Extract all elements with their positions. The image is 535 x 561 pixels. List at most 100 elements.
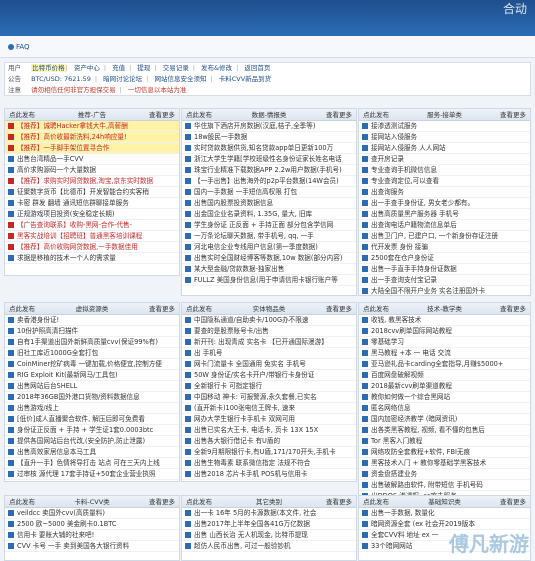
listing-item[interactable]: 要查的是股票账号卡/出售	[182, 326, 356, 337]
listing-item[interactable]: 亚马逊礼品卡carding全套指导,月赚$5000+	[359, 359, 530, 370]
listing-item[interactable]: 出售一手数据, 数量化	[359, 508, 530, 519]
listing-item[interactable]: 2018年36GB国外港口货物/资料数据信息	[5, 392, 179, 403]
listing-item[interactable]: 出查询服务	[359, 187, 530, 198]
listing-item[interactable]: RIG Exploit Kit(最新网马/工具包)	[5, 370, 179, 381]
listing-item[interactable]: 2500套在仓户身份证	[359, 253, 530, 264]
listing-item[interactable]: 珠宝行业精准下载数据APP 2.2w用户数据(手机号)	[182, 165, 356, 176]
listing-item[interactable]: 网络攻防全套教程+软件, FBI无痕	[359, 447, 530, 458]
listing-item[interactable]: 接渗透测试服务	[359, 121, 530, 132]
listing-item[interactable]: 自有1手渠道出国外新鲜高质量cvv(保证99%有)	[5, 337, 179, 348]
withdraw-link[interactable]: 提现	[137, 64, 150, 72]
trade-records-link[interactable]: 交易记录	[163, 64, 189, 72]
listing-item[interactable]: 【推荐】高价收购网贷数据,一手数据佳用	[5, 242, 179, 253]
listing-item[interactable]: 浙江大学生学籍[学校班级性名身份证家长姓名电话	[182, 154, 356, 165]
listing-item[interactable]: 网办大学生银行卡手机卡 双网可用	[182, 414, 356, 425]
view-more-link[interactable]: 查看更多	[326, 496, 352, 508]
listing-item[interactable]: 50W 身份证/实名卡开户/带银行卡身份证	[182, 370, 356, 381]
listing-item[interactable]: 出售2018 芯片卡手机 POS机与信用卡	[182, 469, 356, 480]
listing-item[interactable]: 【推荐】求购实时网贷数据,淘宝,京东实时数据	[5, 176, 179, 187]
listing-item[interactable]: (直开新卡)100张电信王牌卡, 速来	[182, 403, 356, 414]
asset-center-link[interactable]: 资产中心	[74, 64, 100, 72]
new-arrivals-link[interactable]: 卡料CVV新品到货	[219, 75, 271, 83]
listing-item[interactable]: 黑马教程 +本 一 电话 交流	[359, 348, 530, 359]
listing-item[interactable]: 出售已实名大王卡, 电话卡, 页卡 13X 15X	[182, 425, 356, 436]
view-more-link[interactable]: 查看更多	[149, 303, 175, 315]
listing-item[interactable]: 正规游戏项目投资(安全稳定长期)	[5, 209, 179, 220]
listing-item[interactable]: 接网站入侵服务	[359, 132, 530, 143]
listing-item[interactable]: 查开房记录	[359, 154, 530, 165]
listing-item[interactable]: 大陆全国不限开户业务 实名注册国外卡	[359, 286, 530, 295]
listing-item[interactable]: 某大型金融/贷款数据-独家出售	[182, 264, 356, 275]
btc-price-link[interactable]: 比特币价格	[31, 64, 66, 72]
security-link[interactable]: 网站信息安全须知	[154, 75, 206, 83]
listing-item[interactable]: 出金国企业名录资料, 1.35G, 量大, 旧库	[182, 209, 356, 220]
listing-item[interactable]: 卡密 群发 翻墙 通讯短信群聊接单服务	[5, 198, 179, 209]
listing-item[interactable]: 2018cvv刷单国际网站教程	[359, 326, 530, 337]
listing-item[interactable]: 【推荐】高价收最新洗料,24h响应量!	[5, 132, 179, 143]
listing-item[interactable]: 出售各大银行借记卡 有U盾的	[182, 436, 356, 447]
listing-item[interactable]: 出售 山西长治 无人机现金, 比特币提现	[182, 530, 356, 541]
listing-item[interactable]: 国内一手数据 一手短信高权限 打包	[182, 187, 356, 198]
listing-item[interactable]: 出售生物毒素 联系微信指定 法规不符合	[182, 458, 356, 469]
listing-item[interactable]: 国内加密经济教学 (暗网资讯)	[359, 414, 530, 425]
listing-item[interactable]: 网卡门流量卡 全国通用 免实名 手机号	[182, 359, 356, 370]
listing-item[interactable]: 身份证正反面 + 手持 + 学生证1套0.0003btc	[5, 425, 179, 436]
listing-item[interactable]: [低价]成人直播聚合软件, 解压后即可免费看	[5, 414, 179, 425]
listing-item[interactable]: 【一手出售】出售海外的p2p平台数据(14W会员)	[182, 176, 356, 187]
home-link[interactable]: 返回首页	[244, 64, 270, 72]
listing-item[interactable]: 出一手查询支付宝记录	[359, 275, 530, 286]
view-more-link[interactable]: 查看更多	[500, 303, 526, 315]
listing-item[interactable]: 出售高质量黑产服务器 手机号	[359, 209, 530, 220]
listing-item[interactable]: veildcc 卖国外cvv(高质量料)	[5, 508, 179, 519]
listing-item[interactable]: 出售国内股票投资数据信息	[182, 198, 356, 209]
publish-link[interactable]: 发布&修改	[201, 64, 232, 72]
listing-item[interactable]: 全新银行卡 可指定银行	[182, 381, 356, 392]
listing-item[interactable]: 黑客技术入门 + 教你零基础学黑客技术	[359, 458, 530, 469]
listing-item[interactable]: 求据是移植的技术一个人的需求量	[5, 253, 179, 264]
listing-item[interactable]: 收钱, 教黑客技术	[359, 315, 530, 326]
listing-item[interactable]: 提供各国网站后台代改,(安全防护,防止泄露)	[5, 436, 179, 447]
listing-item[interactable]: 零基础学习	[359, 337, 530, 348]
listing-item[interactable]: 出售网站后台SHELL	[5, 381, 179, 392]
listing-item[interactable]: 超仿人民币出售, 可过一般验钞机	[182, 541, 356, 552]
listing-item[interactable]: 18w股民一手数据	[182, 132, 356, 143]
listing-item[interactable]: 2018最新cvv刷单渠道教程	[359, 381, 530, 392]
listing-item[interactable]: FULLZ 美国身份信息(用于申请信用卡银行账户等	[182, 275, 356, 286]
listing-item[interactable]: 过审核 源代理 17套手持证+50套企业营业执照	[5, 469, 179, 480]
listing-item[interactable]: 卖香港身份证!	[5, 315, 179, 326]
listing-item[interactable]: 旧社工库近1000G全套打包	[5, 348, 179, 359]
listing-item[interactable]: 新开刊: 出现青成 实名卡 【已开通国际漫游】	[182, 337, 356, 348]
listing-item[interactable]: 一万条论坛聊天数据, 带手机号, qq, 一手	[182, 231, 356, 242]
listing-item[interactable]: 教你如何做一个综合黑网站	[359, 392, 530, 403]
listing-item[interactable]: 出售2017年上半年全国各41G万亿数据	[182, 519, 356, 530]
deposit-link[interactable]: 充值	[112, 64, 125, 72]
listing-item[interactable]: 出售台湾精品一手CVV	[5, 154, 179, 165]
view-more-link[interactable]: 查看更多	[500, 496, 526, 508]
listing-item[interactable]: 2500 欧~5000 美金刷卡0.1BTC	[5, 519, 179, 530]
listing-item[interactable]: 河北电信企业专线用户信息(第一季度数据)	[182, 242, 356, 253]
listing-item[interactable]: CoinMiner挖矿病毒 一键加载,价格便宜,控制方便	[5, 359, 179, 370]
forum-link[interactable]: 暗网讨论论坛	[103, 75, 142, 83]
listing-item[interactable]: 出一卡 16年 5月的卡源数据(本文件, 社会	[182, 508, 356, 519]
listing-item[interactable]: 出售破解路由软件, 附带短信 手机号码	[359, 480, 530, 491]
listing-item[interactable]: 全新9月期限银行卡,有U盾,171/170开头,手机卡	[182, 447, 356, 458]
faq-link[interactable]: FAQ	[8, 43, 30, 51]
listing-item[interactable]: 出售游戏/线上	[5, 403, 179, 414]
listing-item[interactable]: 出售高效家居信息本马工具	[5, 447, 179, 458]
listing-item[interactable]: 实时贷款数据供货,知名贷款app单日更新100万	[182, 143, 356, 154]
view-more-link[interactable]: 查看更多	[149, 496, 175, 508]
listing-item[interactable]: 接网站入侵服务 人人网站	[359, 143, 530, 154]
listing-item[interactable]: 中国隐私通道/自助卖卡/100G办不限速	[182, 315, 356, 326]
listing-item[interactable]: 百度网盘破解视频	[359, 370, 530, 381]
listing-item[interactable]: 【推荐】诚聘Hacker拿钱大牛,高薪酬	[5, 121, 179, 132]
listing-item[interactable]: 学生身份证 正反面 + 手持正面 部分包含学信网	[182, 220, 356, 231]
listing-item[interactable]: 出售实时全国财经博客等数据,10w 数据(部分内容)	[182, 253, 356, 264]
listing-item[interactable]: 中国移动 神卡: 可报警源,永久套餐,已实名	[182, 392, 356, 403]
listing-item[interactable]: 【直升一手】色情将导打击 站点 可在三天内上线	[5, 458, 179, 469]
listing-item[interactable]: Tor 黑客入门教程	[359, 436, 530, 447]
listing-item[interactable]: 专业查询定位,可以查看	[359, 176, 530, 187]
listing-item[interactable]: 信用卡 要账大铺的社来吧!	[5, 530, 179, 541]
listing-item[interactable]: 代开发票 身份 接骗	[359, 242, 530, 253]
listing-item[interactable]: 【推荐】一手脚手架位置寻合作	[5, 143, 179, 154]
listing-item[interactable]: 资金盘搭建业务	[359, 469, 530, 480]
